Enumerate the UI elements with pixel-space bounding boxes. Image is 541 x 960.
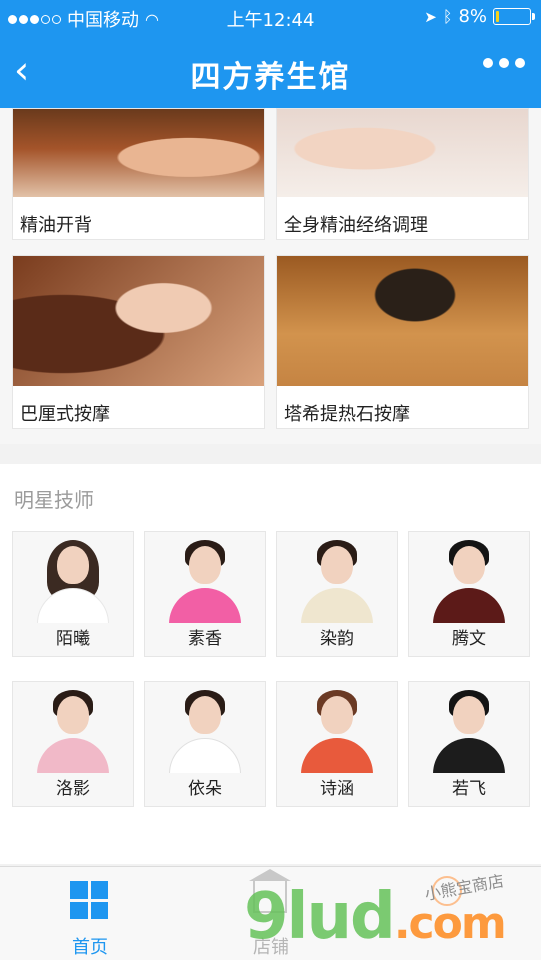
technician-name: 若飞 bbox=[409, 773, 529, 806]
section-heading: 明星技师 bbox=[14, 488, 94, 512]
status-bar: 中国移动 ◠ 上午12:44 ➤ ᛒ 8% bbox=[0, 0, 541, 34]
service-card[interactable]: 精油开背 bbox=[12, 108, 265, 240]
battery-percent: 8% bbox=[458, 6, 487, 27]
service-card[interactable]: 全身精油经络调理 bbox=[276, 108, 529, 240]
technician-name: 染韵 bbox=[277, 623, 397, 656]
technician-name: 腾文 bbox=[409, 623, 529, 656]
service-label: 精油开背 bbox=[20, 215, 92, 236]
technician-name: 诗涵 bbox=[277, 773, 397, 806]
technician-card[interactable]: 依朵 bbox=[144, 681, 266, 807]
service-label: 全身精油经络调理 bbox=[284, 215, 428, 236]
technician-name: 依朵 bbox=[145, 773, 265, 806]
service-photo bbox=[13, 256, 264, 386]
service-photo bbox=[13, 109, 264, 197]
technician-photo bbox=[145, 532, 265, 624]
navigation-bar: ‹ 四方养生馆 bbox=[0, 34, 541, 108]
top-bar: 中国移动 ◠ 上午12:44 ➤ ᛒ 8% ‹ 四方养生馆 bbox=[0, 0, 541, 108]
technician-name: 素香 bbox=[145, 623, 265, 656]
tab-label: 首页 bbox=[72, 937, 108, 958]
service-card[interactable]: 巴厘式按摩 bbox=[12, 255, 265, 429]
technician-photo bbox=[13, 682, 133, 774]
technician-card[interactable]: 染韵 bbox=[276, 531, 398, 657]
technician-card[interactable]: 洛影 bbox=[12, 681, 134, 807]
battery-icon bbox=[493, 8, 535, 25]
page-title: 四方养生馆 bbox=[190, 60, 351, 95]
technician-card[interactable]: 素香 bbox=[144, 531, 266, 657]
service-photo bbox=[277, 256, 528, 386]
technician-card[interactable]: 若飞 bbox=[408, 681, 530, 807]
technicians-section: 明星技师 陌曦 素香 染韵 腾文 洛影 依朵 诗涵 若飞 bbox=[0, 464, 541, 864]
service-card[interactable]: 塔希提热石按摩 bbox=[276, 255, 529, 429]
technician-card[interactable]: 陌曦 bbox=[12, 531, 134, 657]
service-label: 巴厘式按摩 bbox=[20, 404, 110, 425]
tab-home[interactable]: 首页 bbox=[0, 867, 180, 960]
services-section: 精油开背 全身精油经络调理 巴厘式按摩 塔希提热石按摩 bbox=[0, 108, 541, 444]
more-dots-icon[interactable] bbox=[483, 58, 525, 68]
technician-photo bbox=[277, 682, 397, 774]
technician-photo bbox=[409, 682, 529, 774]
technician-photo bbox=[277, 532, 397, 624]
technician-name: 陌曦 bbox=[13, 623, 133, 656]
technician-photo bbox=[13, 532, 133, 624]
service-label: 塔希提热石按摩 bbox=[284, 404, 410, 425]
location-icon: ➤ bbox=[424, 7, 437, 26]
grid-icon bbox=[70, 881, 108, 919]
technician-card[interactable]: 腾文 bbox=[408, 531, 530, 657]
technician-photo bbox=[409, 532, 529, 624]
technician-photo bbox=[145, 682, 265, 774]
bluetooth-icon: ᛒ bbox=[442, 7, 453, 26]
service-photo bbox=[277, 109, 528, 197]
technician-card[interactable]: 诗涵 bbox=[276, 681, 398, 807]
technician-name: 洛影 bbox=[13, 773, 133, 806]
